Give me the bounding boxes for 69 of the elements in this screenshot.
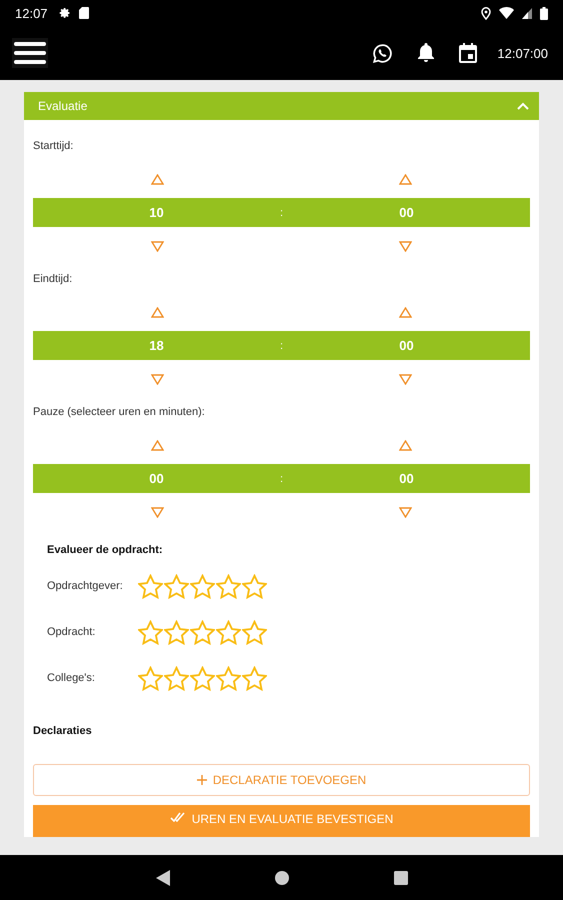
- location-icon: [481, 6, 491, 20]
- panel-header[interactable]: Evaluatie: [24, 92, 539, 120]
- double-check-icon: [170, 812, 186, 822]
- wifi-icon: [499, 7, 514, 19]
- add-declaration-button[interactable]: DECLARATIE TOEVOEGEN: [33, 764, 530, 796]
- minutes-value[interactable]: 00: [399, 338, 414, 353]
- gear-icon: [58, 7, 71, 19]
- rating-label: Opdrachtgever:: [47, 580, 124, 592]
- panel-title: Evaluatie: [38, 99, 88, 113]
- field-label: Pauze (selecteer uren en minuten):: [33, 406, 206, 418]
- rating-label: Opdracht:: [47, 626, 96, 638]
- down-arrow-icon[interactable]: [150, 374, 164, 385]
- calendar-icon[interactable]: [459, 43, 478, 63]
- up-arrow-icon[interactable]: [399, 307, 412, 318]
- star-icon[interactable]: [138, 620, 163, 644]
- back-icon[interactable]: [156, 870, 170, 886]
- up-arrow-icon[interactable]: [399, 440, 412, 451]
- star-icon[interactable]: [138, 666, 163, 690]
- star-icon[interactable]: [190, 574, 215, 598]
- section-title: Declaraties: [33, 725, 93, 737]
- star-icon[interactable]: [138, 574, 163, 598]
- star-icon[interactable]: [242, 666, 267, 690]
- star-icon[interactable]: [242, 620, 267, 644]
- field-label: Eindtijd:: [33, 273, 74, 285]
- down-arrow-icon[interactable]: [150, 507, 164, 518]
- confirm-button[interactable]: UREN EN EVALUATIE BEVESTIGEN: [33, 805, 530, 837]
- sd-card-icon: [78, 7, 89, 19]
- time-separator: :: [280, 340, 284, 352]
- home-icon[interactable]: [274, 870, 288, 884]
- bell-icon[interactable]: [417, 43, 436, 63]
- down-arrow-icon[interactable]: [399, 507, 412, 518]
- signal-icon: [522, 8, 532, 18]
- up-arrow-icon[interactable]: [150, 440, 164, 451]
- up-arrow-icon[interactable]: [150, 174, 164, 185]
- hours-value[interactable]: 18: [149, 338, 164, 353]
- star-icon[interactable]: [242, 574, 267, 598]
- star-icon[interactable]: [190, 666, 215, 690]
- star-icon[interactable]: [164, 620, 189, 644]
- plus-icon: [196, 775, 207, 785]
- star-rating[interactable]: [138, 666, 267, 690]
- section-title: Evalueer de opdracht:: [47, 544, 164, 556]
- star-rating[interactable]: [138, 574, 267, 598]
- time-separator: :: [280, 206, 284, 218]
- down-arrow-icon[interactable]: [150, 241, 164, 252]
- time-separator: :: [280, 472, 284, 484]
- down-arrow-icon[interactable]: [399, 241, 412, 252]
- star-icon[interactable]: [164, 666, 189, 690]
- chevron-icon[interactable]: [517, 102, 529, 110]
- star-icon[interactable]: [216, 666, 241, 690]
- star-rating[interactable]: [138, 620, 267, 644]
- battery-icon: [540, 6, 548, 20]
- menu-button[interactable]: [12, 38, 48, 68]
- star-icon[interactable]: [216, 620, 241, 644]
- field-label: Starttijd:: [33, 140, 74, 152]
- up-arrow-icon[interactable]: [150, 307, 164, 318]
- status-time: 12:07: [15, 6, 48, 20]
- star-icon[interactable]: [164, 574, 189, 598]
- minutes-value[interactable]: 00: [399, 205, 414, 220]
- chat-bubble-icon[interactable]: [372, 42, 394, 64]
- star-icon[interactable]: [190, 620, 215, 644]
- down-arrow-icon[interactable]: [399, 374, 412, 385]
- up-arrow-icon[interactable]: [399, 174, 412, 185]
- hours-value[interactable]: 00: [149, 471, 164, 486]
- star-icon[interactable]: [216, 574, 241, 598]
- hours-value[interactable]: 10: [149, 205, 164, 220]
- minutes-value[interactable]: 00: [399, 471, 414, 486]
- clock-text: 12:07:00: [497, 46, 548, 60]
- recents-icon[interactable]: [394, 870, 408, 884]
- rating-label: College's:: [47, 672, 96, 684]
